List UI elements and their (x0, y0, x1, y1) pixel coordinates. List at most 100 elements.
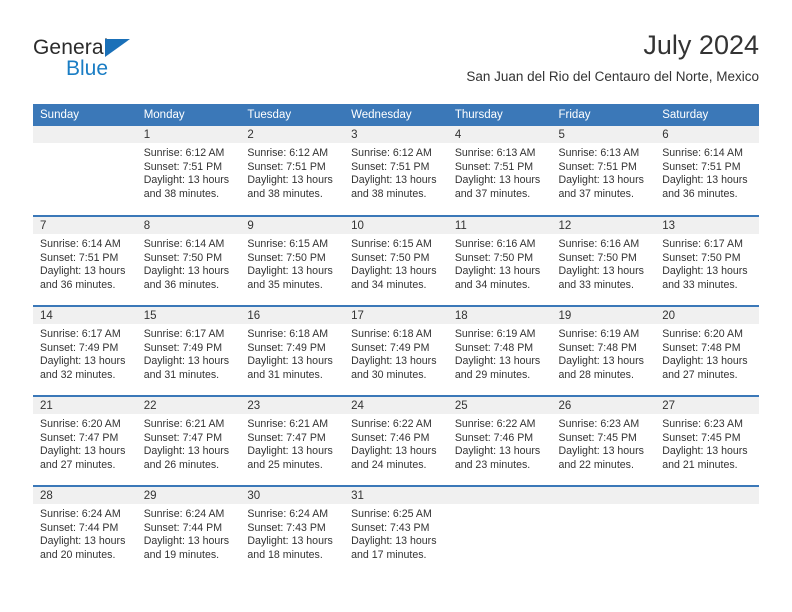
sunset-text: Sunset: 7:49 PM (143, 341, 223, 354)
calendar-day-cell[interactable]: 16 Sunrise: 6:18 AM Sunset: 7:49 PM Dayligh… (240, 305, 345, 396)
sunset-text: Sunset: 7:50 PM (247, 251, 326, 264)
sunrise-text: Sunrise: 6:17 AM (143, 328, 225, 340)
day-details: Sunrise: 6:18 AM Sunset: 7:49 PM Daylight:… (240, 324, 344, 382)
calendar-day-cell[interactable]: 17 Sunrise: 6:18 AM Sunset: 7:49 PM Dayligh… (344, 305, 448, 396)
sunset-text: Sunset: 7:43 PM (247, 521, 326, 534)
sunrise-text: Sunrise: 6:23 AM (662, 418, 743, 430)
calendar-day-cell[interactable]: 5 Sunrise: 6:13 AM Sunset: 7:51 PM Daylight… (551, 126, 656, 216)
day-number: 27 (655, 397, 759, 414)
sunrise-text: Sunrise: 6:14 AM (143, 238, 225, 250)
sunset-text: Sunset: 7:45 PM (558, 431, 637, 444)
day-number: 5 (551, 126, 656, 143)
day-number: 16 (240, 307, 345, 324)
sunrise-text: Sunrise: 6:16 AM (454, 238, 536, 250)
weekday-header-thursday: Thursday (447, 104, 552, 126)
daylight-text: Daylight: 13 hours and 38 minutes. (143, 174, 230, 200)
day-details: Sunrise: 6:18 AM Sunset: 7:49 PM Daylight:… (344, 324, 448, 382)
sunset-text: Sunset: 7:48 PM (454, 341, 534, 354)
calendar-empty-cell (447, 485, 552, 576)
calendar-day-cell[interactable]: 23 Sunrise: 6:21 AM Sunset: 7:47 PM Dayligh… (240, 395, 345, 486)
calendar-day-cell[interactable]: 26 Sunrise: 6:23 AM Sunset: 7:45 PM Dayligh… (551, 395, 656, 486)
daylight-text: Daylight: 13 hours and 21 minutes. (662, 445, 748, 471)
sunset-text: Sunset: 7:48 PM (558, 341, 637, 354)
calendar-day-cell[interactable]: 24 Sunrise: 6:22 AM Sunset: 7:46 PM Dayligh… (344, 395, 448, 486)
calendar-day-cell[interactable]: 29 Sunrise: 6:24 AM Sunset: 7:44 PM Dayligh… (136, 485, 241, 576)
title-block: July 2024 San Juan del Rio del Centauro … (466, 28, 759, 86)
weekday-header-saturday: Saturday (655, 104, 759, 126)
calendar-day-cell[interactable]: 13 Sunrise: 6:17 AM Sunset: 7:50 PM Dayligh… (655, 215, 759, 306)
calendar-day-cell[interactable]: 8 Sunrise: 6:14 AM Sunset: 7:50 PM Daylight… (136, 215, 241, 306)
day-number: 20 (655, 307, 759, 324)
generalblue-logo[interactable]: General Blue (33, 36, 233, 88)
calendar-day-cell[interactable]: 10 Sunrise: 6:15 AM Sunset: 7:50 PM Dayligh… (344, 215, 448, 306)
calendar-day-cell[interactable]: 14 Sunrise: 6:17 AM Sunset: 7:49 PM Dayligh… (33, 305, 137, 396)
calendar-day-cell[interactable]: 3 Sunrise: 6:12 AM Sunset: 7:51 PM Daylight… (344, 126, 448, 216)
calendar-day-cell[interactable]: 15 Sunrise: 6:17 AM Sunset: 7:49 PM Dayligh… (136, 305, 241, 396)
daylight-text: Daylight: 13 hours and 36 minutes. (40, 265, 126, 291)
sunset-text: Sunset: 7:50 PM (558, 251, 637, 264)
daylight-text: Daylight: 13 hours and 25 minutes. (247, 445, 333, 471)
sunset-text: Sunset: 7:51 PM (247, 160, 326, 173)
sunrise-text: Sunrise: 6:20 AM (662, 328, 743, 340)
sunset-text: Sunset: 7:51 PM (558, 160, 637, 173)
calendar-day-cell[interactable]: 18 Sunrise: 6:19 AM Sunset: 7:48 PM Dayligh… (447, 305, 552, 396)
page-header: General Blue July 2024 San Juan del Rio … (33, 28, 759, 96)
calendar-day-cell[interactable]: 12 Sunrise: 6:16 AM Sunset: 7:50 PM Dayligh… (551, 215, 656, 306)
sunrise-text: Sunrise: 6:14 AM (662, 147, 743, 159)
sunrise-text: Sunrise: 6:20 AM (40, 418, 121, 430)
day-details: Sunrise: 6:14 AM Sunset: 7:50 PM Daylight:… (137, 234, 241, 292)
daylight-text: Daylight: 13 hours and 31 minutes. (247, 355, 333, 381)
calendar-day-cell[interactable]: 25 Sunrise: 6:22 AM Sunset: 7:46 PM Dayligh… (447, 395, 552, 486)
day-number: 18 (447, 307, 552, 324)
day-details: Sunrise: 6:19 AM Sunset: 7:48 PM Daylight:… (448, 324, 552, 382)
calendar-day-cell[interactable]: 22 Sunrise: 6:21 AM Sunset: 7:47 PM Dayligh… (136, 395, 241, 486)
day-number: 3 (344, 126, 448, 143)
calendar-day-cell[interactable]: 1 Sunrise: 6:12 AM Sunset: 7:51 PM Daylight… (136, 126, 241, 216)
daylight-text: Daylight: 13 hours and 33 minutes. (662, 265, 748, 291)
day-details: Sunrise: 6:20 AM Sunset: 7:47 PM Daylight:… (33, 414, 137, 472)
day-details: Sunrise: 6:16 AM Sunset: 7:50 PM Daylight:… (448, 234, 552, 292)
day-details: Sunrise: 6:24 AM Sunset: 7:44 PM Daylight:… (33, 504, 137, 562)
calendar-day-cell[interactable]: 7 Sunrise: 6:14 AM Sunset: 7:51 PM Daylight… (33, 215, 137, 306)
sunset-text: Sunset: 7:48 PM (662, 341, 741, 354)
calendar-day-cell[interactable]: 9 Sunrise: 6:15 AM Sunset: 7:50 PM Daylight… (240, 215, 345, 306)
sunset-text: Sunset: 7:43 PM (351, 521, 430, 534)
day-number: 24 (344, 397, 448, 414)
day-details: Sunrise: 6:17 AM Sunset: 7:50 PM Daylight:… (655, 234, 759, 292)
calendar-day-cell[interactable]: 28 Sunrise: 6:24 AM Sunset: 7:44 PM Dayligh… (33, 485, 137, 576)
sunset-text: Sunset: 7:51 PM (351, 160, 430, 173)
sunrise-text: Sunrise: 6:15 AM (351, 238, 432, 250)
page-title: July 2024 (643, 30, 759, 60)
day-number: 31 (344, 487, 448, 504)
day-details: Sunrise: 6:21 AM Sunset: 7:47 PM Daylight:… (137, 414, 241, 472)
weekday-header-wednesday: Wednesday (344, 104, 448, 126)
calendar-day-cell[interactable]: 4 Sunrise: 6:13 AM Sunset: 7:51 PM Daylight… (447, 126, 552, 216)
sunrise-text: Sunrise: 6:16 AM (558, 238, 640, 250)
day-details: Sunrise: 6:14 AM Sunset: 7:51 PM Daylight:… (33, 234, 137, 292)
day-number: 14 (33, 307, 137, 324)
day-number: 25 (447, 397, 552, 414)
day-details: Sunrise: 6:12 AM Sunset: 7:51 PM Daylight:… (240, 143, 344, 201)
calendar-day-cell[interactable]: 20 Sunrise: 6:20 AM Sunset: 7:48 PM Dayligh… (655, 305, 759, 396)
calendar-day-cell[interactable]: 30 Sunrise: 6:24 AM Sunset: 7:43 PM Dayligh… (240, 485, 345, 576)
calendar-page: General Blue July 2024 San Juan del Rio … (0, 0, 792, 612)
daylight-text: Daylight: 13 hours and 36 minutes. (662, 174, 748, 200)
sunrise-text: Sunrise: 6:17 AM (40, 328, 121, 340)
day-number: 8 (136, 217, 241, 234)
sunset-text: Sunset: 7:46 PM (454, 431, 534, 444)
weekday-header-monday: Monday (136, 104, 241, 126)
sunrise-text: Sunrise: 6:13 AM (558, 147, 640, 159)
calendar-day-cell[interactable]: 11 Sunrise: 6:16 AM Sunset: 7:50 PM Dayligh… (447, 215, 552, 306)
day-details: Sunrise: 6:15 AM Sunset: 7:50 PM Daylight:… (240, 234, 344, 292)
calendar-day-cell[interactable]: 21 Sunrise: 6:20 AM Sunset: 7:47 PM Dayligh… (33, 395, 137, 486)
sunset-text: Sunset: 7:50 PM (143, 251, 223, 264)
calendar-week-row: 14 Sunrise: 6:17 AM Sunset: 7:49 PM Dayligh… (33, 305, 759, 396)
calendar-day-cell[interactable]: 6 Sunrise: 6:14 AM Sunset: 7:51 PM Daylight… (655, 126, 759, 216)
calendar-day-cell[interactable]: 27 Sunrise: 6:23 AM Sunset: 7:45 PM Dayligh… (655, 395, 759, 486)
day-number: 29 (136, 487, 241, 504)
weekday-header-friday: Friday (551, 104, 656, 126)
calendar-day-cell[interactable]: 31 Sunrise: 6:25 AM Sunset: 7:43 PM Dayligh… (344, 485, 448, 576)
calendar-day-cell[interactable]: 19 Sunrise: 6:19 AM Sunset: 7:48 PM Dayligh… (551, 305, 656, 396)
daylight-text: Daylight: 13 hours and 29 minutes. (454, 355, 541, 381)
calendar-day-cell[interactable]: 2 Sunrise: 6:12 AM Sunset: 7:51 PM Daylight… (240, 126, 345, 216)
